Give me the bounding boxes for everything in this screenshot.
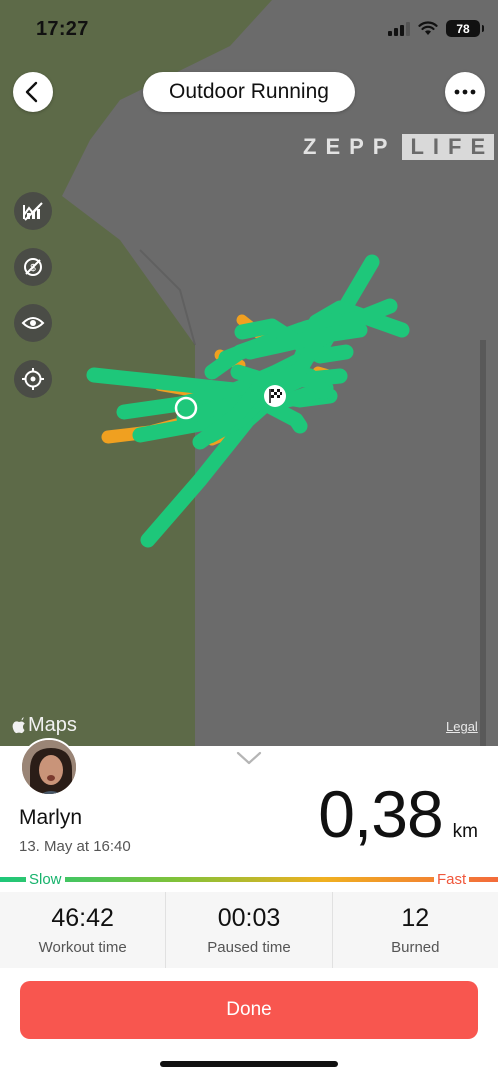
battery-level: 78 xyxy=(456,21,470,36)
chevron-left-icon xyxy=(25,81,38,103)
toggle-visibility-button[interactable] xyxy=(14,304,52,342)
status-bar: 17:27 78 xyxy=(0,0,498,56)
stat-value: 12 xyxy=(401,904,430,932)
maps-text: Maps xyxy=(28,714,77,736)
toggle-markers-button[interactable]: $ xyxy=(14,248,52,286)
apple-logo-icon xyxy=(12,717,25,734)
zepp-life-logo: ZEPP LIFE xyxy=(303,134,495,160)
status-time: 17:27 xyxy=(36,18,89,40)
locate-button[interactable] xyxy=(14,360,52,398)
brand-part-1: ZEPP xyxy=(303,134,397,159)
stat-paused-time: 00:03 Paused time xyxy=(166,892,333,968)
stat-value: 00:03 xyxy=(217,904,281,932)
avatar[interactable] xyxy=(20,738,78,796)
more-dots-icon xyxy=(454,89,476,95)
pace-legend: Slow Fast xyxy=(0,870,498,890)
distance-unit: km xyxy=(452,821,478,842)
fast-label: Fast xyxy=(434,871,470,888)
back-button[interactable] xyxy=(13,72,53,112)
apple-maps-attribution: Maps xyxy=(12,714,77,737)
workout-date: 13. May at 16:40 xyxy=(19,838,131,855)
page-title: Outdoor Running xyxy=(143,72,355,112)
route-map[interactable]: 17:27 78 Outdoor Running ZEPP LIFE $ Map… xyxy=(0,0,498,746)
legal-link[interactable]: Legal xyxy=(446,719,478,734)
more-options-button[interactable] xyxy=(445,72,485,112)
markers-off-icon: $ xyxy=(24,258,42,276)
distance-display: 0,38 km xyxy=(318,776,478,852)
slow-label: Slow xyxy=(26,871,65,888)
cellular-signal-icon xyxy=(388,21,410,36)
eye-icon xyxy=(21,317,45,329)
user-name: Marlyn xyxy=(19,806,83,829)
page-title-text: Outdoor Running xyxy=(169,80,329,103)
distance-value: 0,38 xyxy=(318,777,443,851)
collapse-chevron-icon[interactable] xyxy=(236,750,262,766)
pace-chart-off-icon xyxy=(23,202,43,221)
stat-burned: 12 Burned xyxy=(333,892,498,968)
stat-label: Burned xyxy=(391,939,440,956)
finish-marker xyxy=(264,385,286,407)
stat-workout-time: 46:42 Workout time xyxy=(0,892,167,968)
pace-gradient-bar xyxy=(0,877,498,882)
toggle-pace-button[interactable] xyxy=(14,192,52,230)
done-button[interactable]: Done xyxy=(20,981,478,1039)
battery-icon: 78 xyxy=(446,20,484,37)
stat-label: Workout time xyxy=(38,939,127,956)
crosshair-icon xyxy=(22,368,44,390)
done-button-label: Done xyxy=(226,999,272,1020)
stats-row: 46:42 Workout time 00:03 Paused time 12 … xyxy=(0,892,498,968)
brand-part-2: LIFE xyxy=(402,134,495,160)
stat-label: Paused time xyxy=(207,939,291,956)
wifi-icon xyxy=(418,21,438,35)
home-indicator[interactable] xyxy=(160,1061,338,1067)
stat-value: 46:42 xyxy=(51,904,114,932)
